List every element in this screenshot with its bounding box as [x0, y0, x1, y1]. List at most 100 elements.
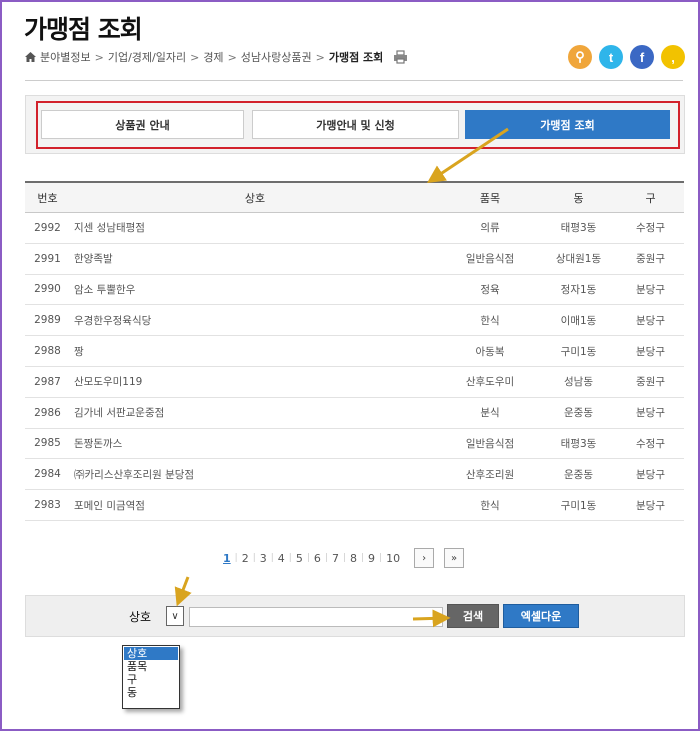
- last-page-button[interactable]: »: [444, 548, 465, 568]
- cell-category: 일반음식점: [465, 437, 515, 450]
- breadcrumb-separator: >: [94, 50, 104, 64]
- header-name: 상호: [244, 191, 266, 205]
- breadcrumb-item-business[interactable]: 기업/경제/일자리: [108, 49, 186, 65]
- cell-name: 한양족발: [74, 253, 113, 266]
- table-row: 2983 포메인 미금역점 한식 구미1동 분당구: [25, 490, 684, 521]
- page-link-8[interactable]: 8: [346, 552, 361, 565]
- cell-name: 김가네 서판교운중점: [74, 407, 165, 420]
- next-page-button[interactable]: ›: [414, 548, 435, 568]
- breadcrumb-separator: >: [190, 50, 200, 64]
- kakao-icon[interactable]: ,: [661, 45, 685, 69]
- pagination: 1 | 2 | 3 | 4 | 5 | 6 | 7 | 8 | 9 | 10 › »: [219, 548, 465, 568]
- search-button[interactable]: 검색: [447, 604, 499, 628]
- breadcrumb-item-voucher[interactable]: 성남사랑상품권: [241, 49, 312, 65]
- cell-number: 2986: [34, 406, 61, 419]
- search-input[interactable]: [189, 607, 443, 627]
- cell-dong: 태평3동: [560, 222, 597, 235]
- cell-gu: 분당구: [636, 499, 665, 512]
- cell-name: 우경한우정육식당: [74, 314, 152, 327]
- page-link-9[interactable]: 9: [364, 552, 379, 565]
- cell-dong: 성남동: [564, 376, 593, 389]
- cell-dong: 구미1동: [560, 499, 597, 512]
- cell-number: 2988: [34, 345, 61, 358]
- dropdown-option-category[interactable]: 품목: [124, 660, 178, 673]
- cell-category: 아동복: [475, 345, 505, 358]
- dropdown-option-dong[interactable]: 동: [124, 686, 178, 699]
- header-dong: 동: [573, 191, 584, 205]
- cell-dong: 정자1동: [560, 283, 597, 296]
- facebook-icon[interactable]: f: [630, 45, 654, 69]
- table-row: 2986 김가네 서판교운중점 분식 운중동 분당구: [25, 398, 684, 429]
- cell-name: 짱: [74, 345, 84, 358]
- cell-dong: 구미1동: [560, 345, 597, 358]
- cell-gu: 중원구: [636, 253, 665, 266]
- cell-category: 의류: [480, 222, 500, 235]
- dropdown-option-name[interactable]: 상호: [124, 647, 178, 660]
- cell-number: 2992: [34, 221, 61, 234]
- excel-download-button[interactable]: 엑셀다운: [503, 604, 579, 628]
- social-share-bar: ⚲ t f ,: [568, 45, 685, 69]
- table-row: 2991 한양족발 일반음식점 상대원1동 중원구: [25, 244, 684, 275]
- cell-dong: 운중동: [564, 407, 593, 420]
- title-divider: [25, 80, 683, 81]
- page-link-4[interactable]: 4: [274, 552, 289, 565]
- page-link-1[interactable]: 1: [219, 552, 235, 565]
- table-row: 2992 지센 성남태평점 의류 태평3동 수정구: [25, 213, 684, 244]
- page-link-2[interactable]: 2: [238, 552, 253, 565]
- home-icon[interactable]: [25, 52, 36, 62]
- table-row: 2989 우경한우정육식당 한식 이매1동 분당구: [25, 305, 684, 337]
- cell-name: 암소 투뿔한우: [74, 283, 136, 296]
- page-link-6[interactable]: 6: [310, 552, 325, 565]
- cell-dong: 태평3동: [560, 437, 597, 450]
- cell-gu: 중원구: [636, 376, 665, 389]
- cell-number: 2989: [34, 314, 61, 327]
- breadcrumb-separator: >: [315, 50, 325, 64]
- page-link-10[interactable]: 10: [382, 552, 404, 565]
- page-link-5[interactable]: 5: [292, 552, 307, 565]
- cell-category: 정육: [480, 283, 500, 296]
- twitter-icon[interactable]: t: [599, 45, 623, 69]
- cell-category: 분식: [480, 407, 500, 420]
- cell-category: 한식: [480, 314, 500, 327]
- breadcrumb-item-category[interactable]: 분야별정보: [40, 49, 91, 65]
- cell-name: 지센 성남태평점: [74, 222, 145, 235]
- search-field-dropdown: 상호 품목 구 동: [122, 645, 180, 709]
- cell-gu: 분당구: [636, 345, 665, 358]
- link-icon[interactable]: ⚲: [568, 45, 592, 69]
- cell-category: 산후조리원: [465, 468, 515, 481]
- cell-name: 돈짱돈까스: [74, 437, 123, 450]
- breadcrumb-current: 가맹점 조회: [328, 51, 384, 64]
- cell-number: 2987: [34, 375, 61, 388]
- cell-category: 한식: [480, 499, 500, 512]
- cell-gu: 분당구: [636, 407, 665, 420]
- cell-number: 2991: [34, 252, 61, 265]
- cell-name: 산모도우미119: [74, 376, 143, 389]
- cell-category: 일반음식점: [465, 253, 515, 266]
- cell-dong: 이매1동: [560, 314, 597, 327]
- table-row: 2990 암소 투뿔한우 정육 정자1동 분당구: [25, 275, 684, 306]
- header-category: 품목: [479, 191, 501, 205]
- print-icon[interactable]: [393, 50, 408, 64]
- cell-number: 2990: [34, 283, 61, 296]
- breadcrumb-separator: >: [227, 50, 237, 64]
- table-row: 2987 산모도우미119 산후도우미 성남동 중원구: [25, 367, 684, 398]
- cell-dong: 운중동: [564, 468, 593, 481]
- cell-number: 2983: [34, 499, 61, 512]
- search-field-select[interactable]: 상호: [129, 606, 167, 626]
- dropdown-option-gu[interactable]: 구: [124, 673, 178, 686]
- table-header: 번호 상호 품목 동 구: [25, 181, 684, 213]
- page-link-7[interactable]: 7: [328, 552, 343, 565]
- cell-name: 포메인 미금역점: [74, 499, 145, 512]
- page-link-3[interactable]: 3: [256, 552, 271, 565]
- cell-gu: 분당구: [636, 314, 665, 327]
- tab-highlight-box: [36, 101, 680, 149]
- merchant-table: 번호 상호 품목 동 구 2992 지센 성남태평점 의류 태평3동 수정구 2…: [25, 181, 684, 521]
- cell-number: 2984: [34, 468, 61, 481]
- chevron-down-icon[interactable]: ∨: [166, 606, 184, 626]
- table-row: 2984 ㈜카리스산후조리원 분당점 산후조리원 운중동 분당구: [25, 459, 684, 491]
- breadcrumb-item-economy[interactable]: 경제: [203, 49, 223, 65]
- breadcrumb: 분야별정보 > 기업/경제/일자리 > 경제 > 성남사랑상품권 > 가맹점 조…: [25, 49, 408, 65]
- table-row: 2988 짱 아동복 구미1동 분당구: [25, 336, 684, 367]
- cell-gu: 분당구: [636, 468, 665, 481]
- page-title: 가맹점 조회: [24, 15, 143, 44]
